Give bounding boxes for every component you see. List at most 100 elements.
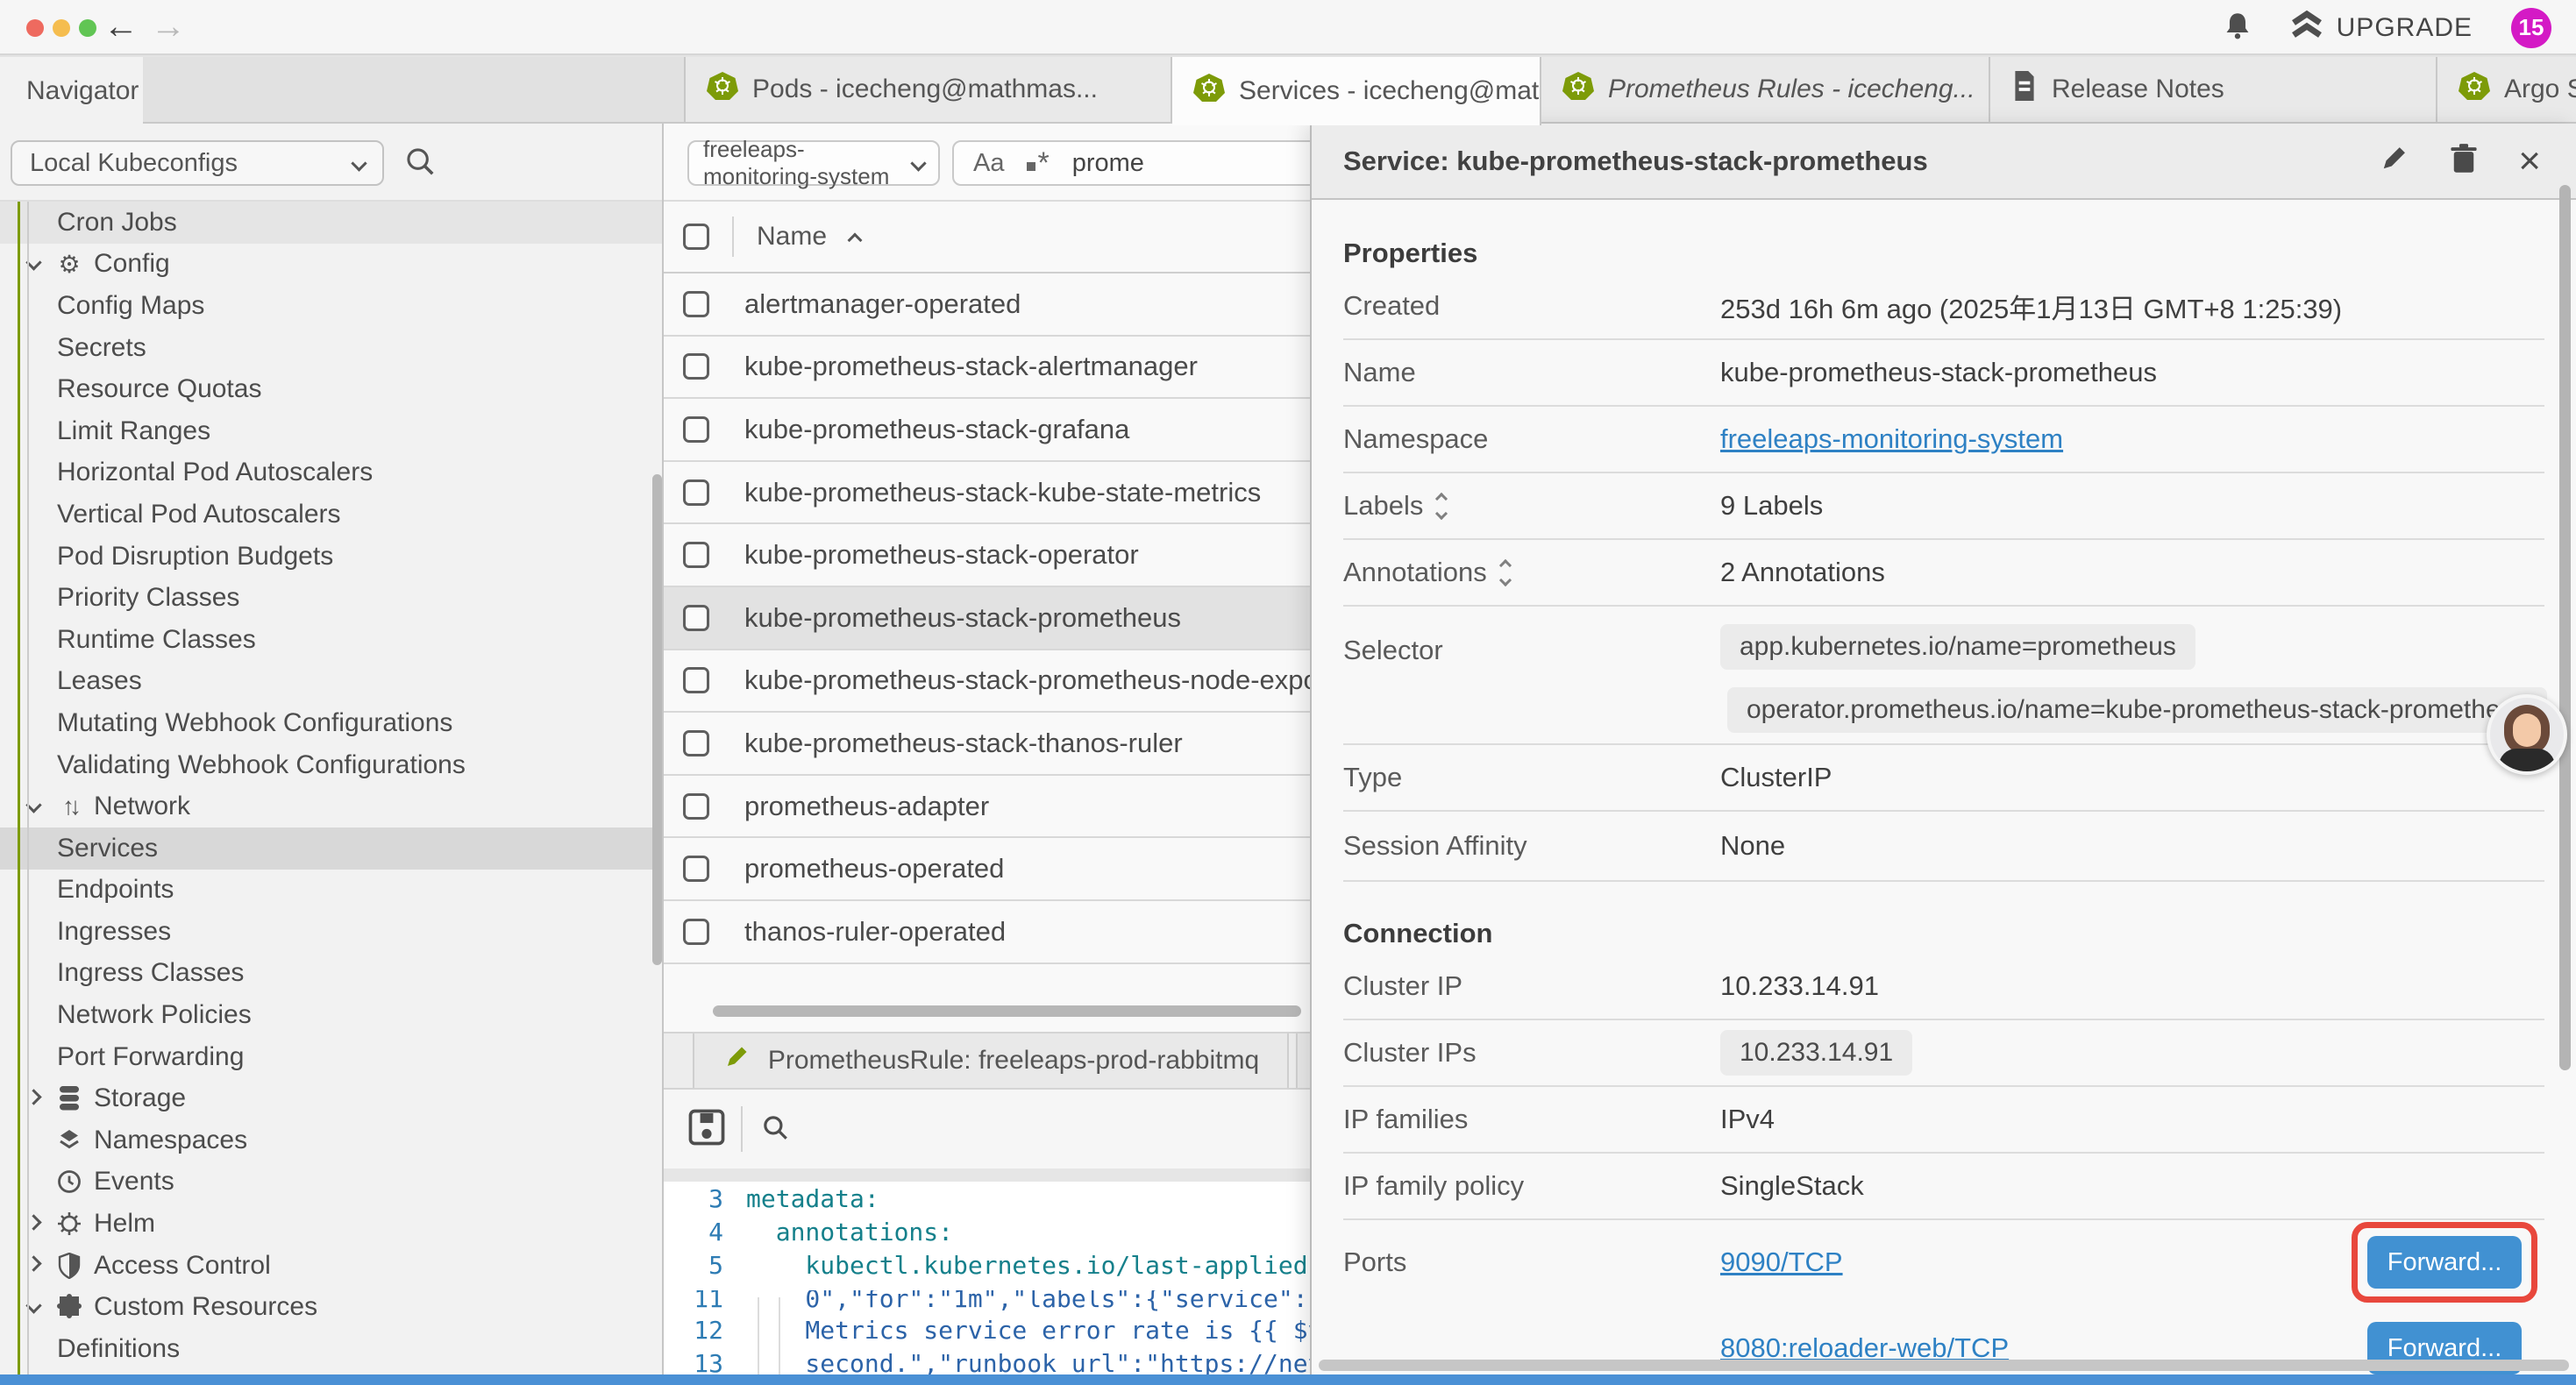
row-checkbox[interactable] xyxy=(683,667,709,693)
port-link[interactable]: 9090/TCP xyxy=(1720,1246,1843,1278)
sidebar-item-ingress-classes[interactable]: Ingress Classes xyxy=(0,953,664,995)
kubeconfig-selector[interactable]: Local Kubeconfigs xyxy=(11,140,384,186)
labels-value[interactable]: 9 Labels xyxy=(1720,490,1823,522)
sidebar-item-leases[interactable]: Leases xyxy=(0,661,664,703)
back-arrow-icon[interactable]: ← xyxy=(103,5,139,47)
sidebar-section-access-control[interactable]: Access Control xyxy=(0,1245,664,1287)
select-all-checkbox[interactable] xyxy=(683,224,709,250)
sidebar-section-custom-resources[interactable]: Custom Resources xyxy=(0,1286,664,1328)
sidebar-item-network-policies[interactable]: Network Policies xyxy=(0,994,664,1036)
sidebar-item-limit-ranges[interactable]: Limit Ranges xyxy=(0,410,664,452)
name-column-header[interactable]: Name xyxy=(757,222,827,252)
table-row[interactable]: kube-prometheus-stack-prometheus xyxy=(664,587,1310,650)
upgrade-button[interactable]: UPGRADE xyxy=(2291,11,2473,46)
sidebar-item-pod-disruption-budgets[interactable]: Pod Disruption Budgets xyxy=(0,536,664,578)
edit-pencil-icon[interactable] xyxy=(2378,143,2409,179)
sidebar-section-storage[interactable]: Storage xyxy=(0,1077,664,1119)
table-row[interactable]: thanos-ruler-operated xyxy=(664,901,1310,964)
sidebar-item-config-maps[interactable]: Config Maps xyxy=(0,285,664,327)
sidebar-item-horizontal-pod-autoscalers[interactable]: Horizontal Pod Autoscalers xyxy=(0,452,664,494)
regex-toggle[interactable]: * xyxy=(1027,146,1049,181)
table-row[interactable]: prometheus-adapter xyxy=(664,776,1310,839)
sidebar-section-helm[interactable]: Helm xyxy=(0,1203,664,1245)
code-line[interactable]: 4 annotations: xyxy=(664,1215,1310,1248)
sidebar-item-mutating-webhook-configurations[interactable]: Mutating Webhook Configurations xyxy=(0,702,664,744)
row-checkbox[interactable] xyxy=(683,479,709,506)
row-checkbox[interactable] xyxy=(683,919,709,945)
sort-ascending-icon[interactable] xyxy=(848,233,863,248)
notification-count-badge[interactable]: 15 xyxy=(2511,8,2551,48)
sidebar-item-label: Access Control xyxy=(94,1251,271,1281)
tab-argo[interactable]: Argo Ser xyxy=(2437,57,2576,122)
list-search-input[interactable]: Aa * prome xyxy=(952,140,1310,186)
sidebar-item-secrets[interactable]: Secrets xyxy=(0,327,664,369)
sidebar-item-endpoints[interactable]: Endpoints xyxy=(0,870,664,912)
tab-navigator[interactable]: Navigator xyxy=(0,57,143,125)
sidebar-item-services[interactable]: Services xyxy=(0,827,664,870)
forward-arrow-icon[interactable]: → xyxy=(151,5,186,47)
sidebar-item-cron-jobs[interactable]: Cron Jobs xyxy=(0,202,664,244)
table-row[interactable]: alertmanager-operated xyxy=(664,273,1310,337)
row-checkbox[interactable] xyxy=(683,730,709,756)
code-line[interactable]: 11 0","for":"1m","labels":{"service":" xyxy=(664,1290,1310,1313)
table-row[interactable]: kube-prometheus-stack-grafana xyxy=(664,399,1310,462)
search-icon[interactable] xyxy=(403,145,437,182)
code-line[interactable]: 12 Metrics service error rate is {{ $va xyxy=(664,1313,1310,1346)
row-checkbox[interactable] xyxy=(683,605,709,631)
sidebar-item-label: Resource Quotas xyxy=(57,374,261,404)
annotations-value[interactable]: 2 Annotations xyxy=(1720,557,1885,588)
row-checkbox[interactable] xyxy=(683,353,709,380)
sidebar-item-events[interactable]: Events xyxy=(0,1161,664,1204)
sidebar-item-priority-classes[interactable]: Priority Classes xyxy=(0,577,664,619)
bell-icon[interactable] xyxy=(2223,11,2252,45)
sidebar-item-port-forwarding[interactable]: Port Forwarding xyxy=(0,1036,664,1078)
close-icon[interactable]: × xyxy=(2518,144,2541,179)
window-close-button[interactable] xyxy=(26,19,44,37)
drawer-vertical-scrollbar[interactable] xyxy=(2559,185,2571,1070)
editor-search-icon[interactable] xyxy=(760,1112,790,1147)
table-row[interactable]: kube-prometheus-stack-operator xyxy=(664,524,1310,587)
sidebar-item-validating-webhook-configurations[interactable]: Validating Webhook Configurations xyxy=(0,744,664,786)
save-icon[interactable] xyxy=(688,1109,725,1150)
tab-prometheus-rules[interactable]: Prometheus Rules - icecheng... xyxy=(1541,57,1990,122)
sidebar-item-namespaces[interactable]: Namespaces xyxy=(0,1119,664,1161)
table-row[interactable]: prometheus-operated xyxy=(664,838,1310,901)
user-avatar[interactable] xyxy=(2487,694,2567,775)
match-case-toggle[interactable]: Aa xyxy=(973,149,1004,178)
tab-services[interactable]: Services - icecheng@math... × xyxy=(1172,57,1541,125)
sidebar-section-config[interactable]: ⚙ Config xyxy=(0,244,664,286)
drawer-horizontal-scrollbar[interactable] xyxy=(1319,1360,2569,1371)
namespace-filter-dropdown[interactable]: freeleaps-monitoring-system xyxy=(687,140,940,186)
sidebar-item-ingresses[interactable]: Ingresses xyxy=(0,911,664,953)
row-checkbox[interactable] xyxy=(683,291,709,317)
expand-collapse-icon[interactable] xyxy=(1437,494,1446,518)
sidebar-item-runtime-classes[interactable]: Runtime Classes xyxy=(0,619,664,661)
name-label: Name xyxy=(1343,357,1720,388)
table-row[interactable]: kube-prometheus-stack-thanos-ruler xyxy=(664,713,1310,776)
row-checkbox[interactable] xyxy=(683,542,709,568)
yaml-editor[interactable]: 3 metadata: 4 annotations: 5 kubectl.kub… xyxy=(664,1182,1310,1385)
row-checkbox[interactable] xyxy=(683,856,709,882)
window-minimize-button[interactable] xyxy=(53,19,70,37)
expand-collapse-icon[interactable] xyxy=(1501,561,1510,585)
sidebar-scrollbar[interactable] xyxy=(652,474,662,965)
table-row[interactable]: kube-prometheus-stack-prometheus-node-ex… xyxy=(664,650,1310,714)
editor-tab-partial[interactable] xyxy=(1296,1033,1310,1088)
sidebar-section-network[interactable]: ↑↓ Network xyxy=(0,785,664,827)
code-line[interactable]: 5 kubectl.kubernetes.io/last-applied-con xyxy=(664,1248,1310,1282)
sidebar-item-resource-quotas[interactable]: Resource Quotas xyxy=(0,368,664,410)
row-checkbox[interactable] xyxy=(683,416,709,443)
delete-trash-icon[interactable] xyxy=(2450,143,2478,179)
namespace-link[interactable]: freeleaps-monitoring-system xyxy=(1720,423,2063,455)
table-row[interactable]: kube-prometheus-stack-alertmanager xyxy=(664,337,1310,400)
table-row[interactable]: kube-prometheus-stack-kube-state-metrics xyxy=(664,462,1310,525)
sidebar-item-definitions[interactable]: Definitions xyxy=(0,1328,664,1370)
code-line[interactable]: 3 metadata: xyxy=(664,1182,1310,1215)
editor-tab-prometheusrule[interactable]: PrometheusRule: freeleaps-prod-rabbitmq xyxy=(693,1033,1289,1088)
tab-pods[interactable]: Pods - icecheng@mathmas... xyxy=(684,57,1172,122)
window-zoom-button[interactable] xyxy=(79,19,96,37)
tab-release-notes[interactable]: Release Notes xyxy=(1990,57,2437,122)
sidebar-item-vertical-pod-autoscalers[interactable]: Vertical Pod Autoscalers xyxy=(0,494,664,536)
row-checkbox[interactable] xyxy=(683,793,709,820)
table-horizontal-scrollbar[interactable] xyxy=(713,1005,1301,1017)
